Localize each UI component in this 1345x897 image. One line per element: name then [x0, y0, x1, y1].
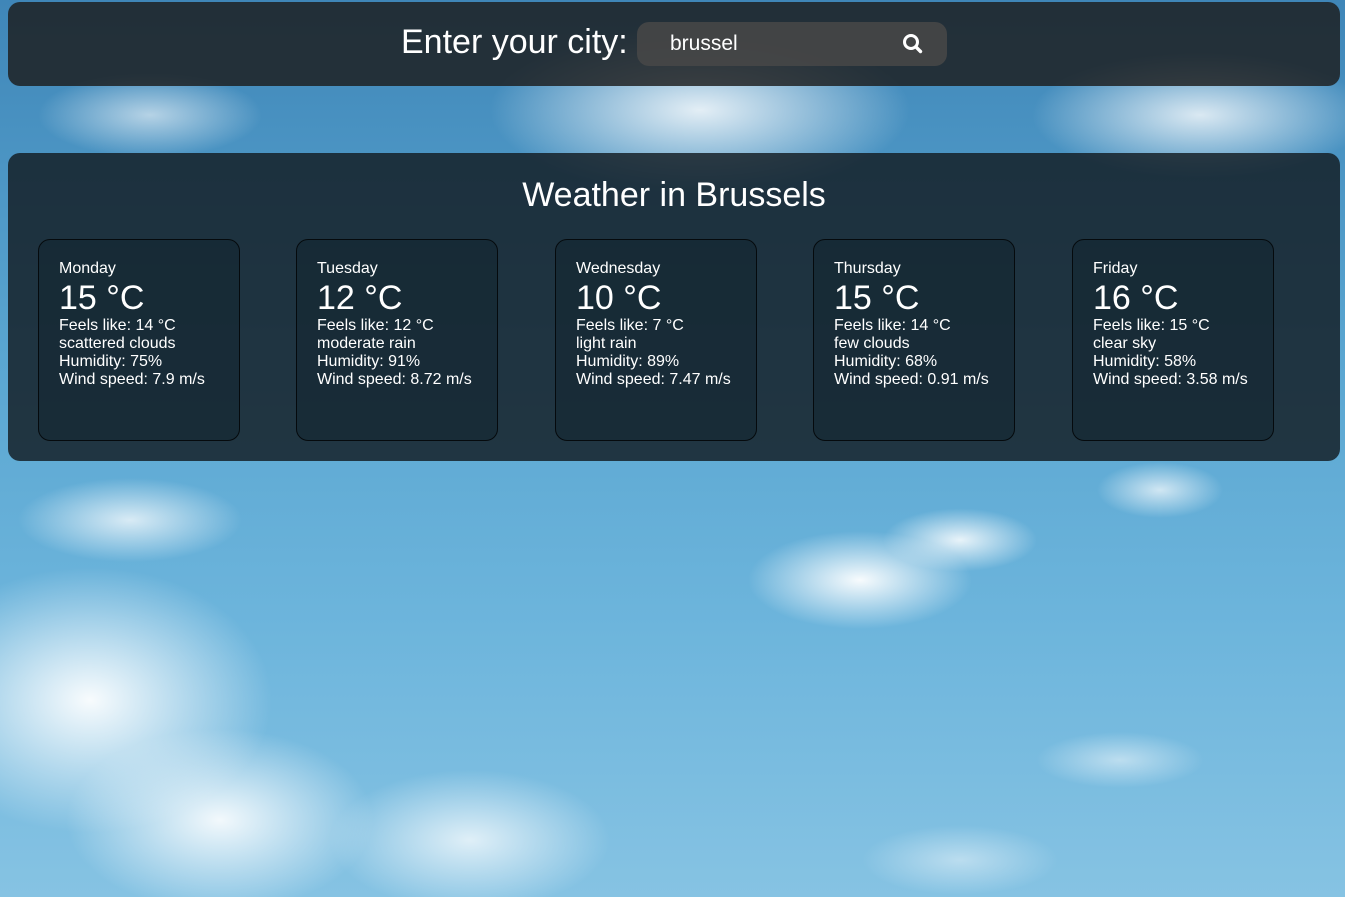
forecast-day: Tuesday	[317, 260, 378, 277]
forecast-card-friday: Friday 16 °C Feels like: 15 °C clear sky…	[1072, 239, 1274, 441]
forecast-description: scattered clouds	[59, 335, 176, 352]
search-bar: Enter your city:	[8, 2, 1340, 86]
forecast-description: moderate rain	[317, 335, 416, 352]
forecast-temp: 15 °C	[834, 279, 920, 317]
weather-panel: Weather in Brussels Monday 15 °C Feels l…	[8, 153, 1340, 461]
forecast-card-tuesday: Tuesday 12 °C Feels like: 12 °C moderate…	[296, 239, 498, 441]
forecast-day: Thursday	[834, 260, 901, 277]
forecast-feels-like: Feels like: 12 °C	[317, 317, 434, 334]
forecast-humidity: Humidity: 58%	[1093, 353, 1197, 370]
weather-title: Weather in Brussels	[522, 176, 826, 214]
forecast-temp: 15 °C	[59, 279, 145, 317]
forecast-card-wednesday: Wednesday 10 °C Feels like: 7 °C light r…	[555, 239, 757, 441]
forecast-feels-like: Feels like: 15 °C	[1093, 317, 1210, 334]
search-icon	[899, 30, 927, 58]
forecast-card-monday: Monday 15 °C Feels like: 14 °C scattered…	[38, 239, 240, 441]
search-box	[637, 22, 947, 66]
forecast-feels-like: Feels like: 7 °C	[576, 317, 684, 334]
city-label: Enter your city:	[401, 23, 628, 61]
search-button[interactable]	[899, 30, 927, 58]
forecast-wind: Wind speed: 8.72 m/s	[317, 371, 472, 388]
forecast-humidity: Humidity: 89%	[576, 353, 680, 370]
forecast-temp: 12 °C	[317, 279, 403, 317]
forecast-feels-like: Feels like: 14 °C	[834, 317, 951, 334]
forecast-wind: Wind speed: 0.91 m/s	[834, 371, 989, 388]
forecast-day: Wednesday	[576, 260, 661, 277]
forecast-wind: Wind speed: 3.58 m/s	[1093, 371, 1248, 388]
forecast-wind: Wind speed: 7.47 m/s	[576, 371, 731, 388]
forecast-humidity: Humidity: 68%	[834, 353, 938, 370]
city-search-input[interactable]	[661, 22, 890, 66]
forecast-description: few clouds	[834, 335, 910, 352]
forecast-humidity: Humidity: 75%	[59, 353, 163, 370]
forecast-wind: Wind speed: 7.9 m/s	[59, 371, 205, 388]
forecast-day: Friday	[1093, 260, 1138, 277]
forecast-humidity: Humidity: 91%	[317, 353, 421, 370]
forecast-description: clear sky	[1093, 335, 1157, 352]
forecast-day: Monday	[59, 260, 116, 277]
forecast-card-thursday: Thursday 15 °C Feels like: 14 °C few clo…	[813, 239, 1015, 441]
forecast-feels-like: Feels like: 14 °C	[59, 317, 176, 334]
forecast-description: light rain	[576, 335, 637, 352]
forecast-temp: 10 °C	[576, 279, 662, 317]
forecast-temp: 16 °C	[1093, 279, 1179, 317]
